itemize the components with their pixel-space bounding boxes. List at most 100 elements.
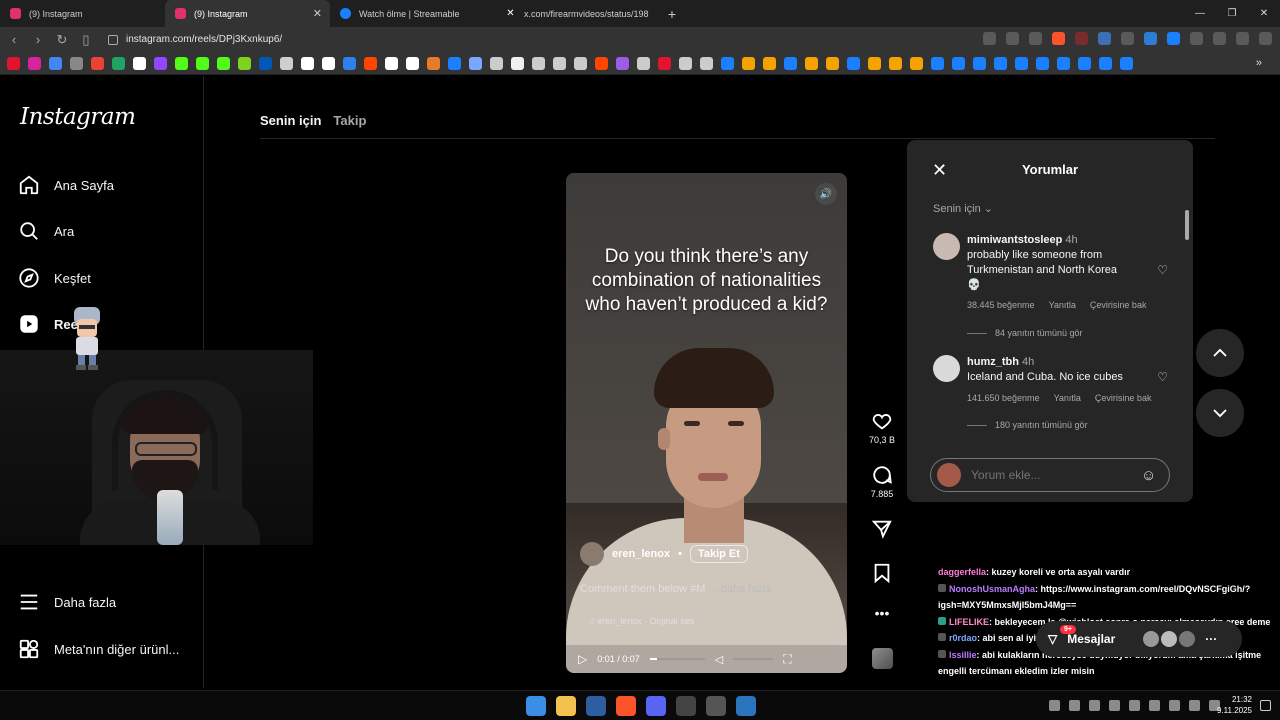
steam-tray-icon[interactable] [1109,700,1120,711]
brave-shield-icon[interactable] [1052,32,1065,45]
bookmark-favicon-icon[interactable] [805,56,818,70]
url-field[interactable]: instagram.com/reels/DPj3Kxnkup6/ [108,34,282,45]
minimize-icon[interactable]: — [1184,0,1216,27]
bookmark-favicon-icon[interactable] [574,56,587,70]
bookmark-favicon-icon[interactable] [658,56,671,70]
bookmark-favicon-icon[interactable] [679,56,692,70]
commenter-avatar[interactable] [933,355,960,382]
sidebar-item-home[interactable]: Ana Sayfa [18,174,114,196]
tray-app-icon[interactable] [1129,700,1140,711]
bookmark-favicon-icon[interactable] [931,56,944,70]
play-icon[interactable]: ▷ [578,652,587,666]
playlist-icon[interactable] [1236,32,1249,45]
bookmark-favicon-icon[interactable] [532,56,545,70]
tray-app-icon[interactable] [1089,700,1100,711]
bookmark-favicon-icon[interactable] [721,56,734,70]
zoom-icon[interactable] [1006,32,1019,45]
bookmark-favicon-icon[interactable] [175,56,188,70]
share-button[interactable] [866,518,898,540]
reload-icon[interactable]: ↻ [52,32,72,48]
chevron-up-icon[interactable] [1049,700,1060,711]
reply-button[interactable]: Yanıtla [1054,393,1081,403]
like-button[interactable]: 70,3 B [866,410,898,445]
sidebar-item-more[interactable]: Daha fazla [18,591,116,613]
display-icon[interactable] [1169,700,1180,711]
bookmark-favicon-icon[interactable] [847,56,860,70]
taskbar-app-icon[interactable] [646,696,666,716]
bookmark-favicon-icon[interactable] [343,56,356,70]
bookmark-favicon-icon[interactable] [763,56,776,70]
music-info[interactable]: ♫ eren_lenox · Orijinal ses [588,616,694,626]
comment-like-icon[interactable]: ♡ [1157,370,1168,384]
bookmark-favicon-icon[interactable] [259,56,272,70]
puzzle-icon[interactable] [1190,32,1203,45]
bookmark-favicon-icon[interactable] [637,56,650,70]
messages-button[interactable]: ▽ 9+ Mesajlar ··· [1036,621,1242,657]
extension-icon[interactable] [1098,32,1111,45]
browser-menu-icon[interactable] [1259,32,1272,45]
volume-slider[interactable] [733,658,774,660]
more-link[interactable]: ... daha fazla [708,583,771,595]
tab-instagram-2[interactable]: (9) Instagram ✕ [165,0,330,27]
bookmark-favicon-icon[interactable] [952,56,965,70]
taskbar-clock[interactable]: 21:32 9.11.2025 [1217,694,1252,716]
bookmark-favicon-icon[interactable] [91,56,104,70]
more-options-icon[interactable]: ••• [866,605,898,621]
bookmark-favicon-icon[interactable] [826,56,839,70]
share-icon[interactable] [1029,32,1042,45]
author-avatar[interactable] [580,542,604,566]
bookmark-favicon-icon[interactable] [406,56,419,70]
bookmark-favicon-icon[interactable] [490,56,503,70]
bookmark-favicon-icon[interactable] [742,56,755,70]
wifi-icon[interactable] [1189,700,1200,711]
view-replies-button[interactable]: 84 yanıtın tümünü gör [967,328,1083,338]
more-icon[interactable]: ··· [1205,632,1217,646]
bookmark-favicon-icon[interactable] [1057,56,1070,70]
bookmark-favicon-icon[interactable] [1120,56,1133,70]
bookmark-favicon-icon[interactable] [28,56,41,70]
volume-icon[interactable]: ◁ [715,653,723,666]
bookmark-favicon-icon[interactable] [196,56,209,70]
bookmark-favicon-icon[interactable] [448,56,461,70]
speaker-icon[interactable] [1149,700,1160,711]
emoji-icon[interactable]: ☺ [1141,467,1156,484]
sidebar-item-explore[interactable]: Keşfet [18,267,91,289]
tab-streamable[interactable]: Watch ölme | Streamable [330,0,495,27]
bookmark-icon[interactable]: ▯ [76,32,96,48]
bookmark-favicon-icon[interactable] [112,56,125,70]
comments-sort-dropdown[interactable]: Senin için ⌄ [933,202,993,215]
comments-scrollbar[interactable] [1185,206,1189,442]
save-button[interactable] [866,562,898,584]
bookmark-favicon-icon[interactable] [280,56,293,70]
bookmark-favicon-icon[interactable] [322,56,335,70]
extension-icon[interactable] [1121,32,1134,45]
bookmark-favicon-icon[interactable] [133,56,146,70]
new-tab-button[interactable]: + [660,6,684,22]
bookmark-favicon-icon[interactable] [700,56,713,70]
taskbar-app-icon[interactable] [526,696,546,716]
bookmark-favicon-icon[interactable] [364,56,377,70]
bookmark-favicon-icon[interactable] [49,56,62,70]
view-replies-button[interactable]: 180 yanıtın tümünü gör [967,420,1088,430]
bookmark-favicon-icon[interactable] [154,56,167,70]
sidebar-item-meta[interactable]: Meta'nın diğer ürünl... [18,638,179,660]
extension-icon[interactable] [1167,32,1180,45]
bookmark-favicon-icon[interactable] [238,56,251,70]
bookmark-favicon-icon[interactable] [1099,56,1112,70]
bookmark-favicon-icon[interactable] [973,56,986,70]
comment-button[interactable]: 7.885 [866,464,898,499]
taskbar-app-icon[interactable] [706,696,726,716]
bookmark-favicon-icon[interactable] [427,56,440,70]
bookmark-favicon-icon[interactable] [910,56,923,70]
fullscreen-icon[interactable]: ⛶ [783,652,791,667]
bookmark-favicon-icon[interactable] [301,56,314,70]
taskbar-app-icon[interactable] [586,696,606,716]
cast-icon[interactable] [983,32,996,45]
bookmark-favicon-icon[interactable] [784,56,797,70]
follow-button[interactable]: Takip Et [689,545,748,563]
previous-reel-button[interactable] [1196,329,1244,377]
sound-icon[interactable]: 🔊 [815,183,837,205]
bookmark-favicon-icon[interactable] [616,56,629,70]
bookmark-favicon-icon[interactable] [70,56,83,70]
extension-icon[interactable] [1144,32,1157,45]
